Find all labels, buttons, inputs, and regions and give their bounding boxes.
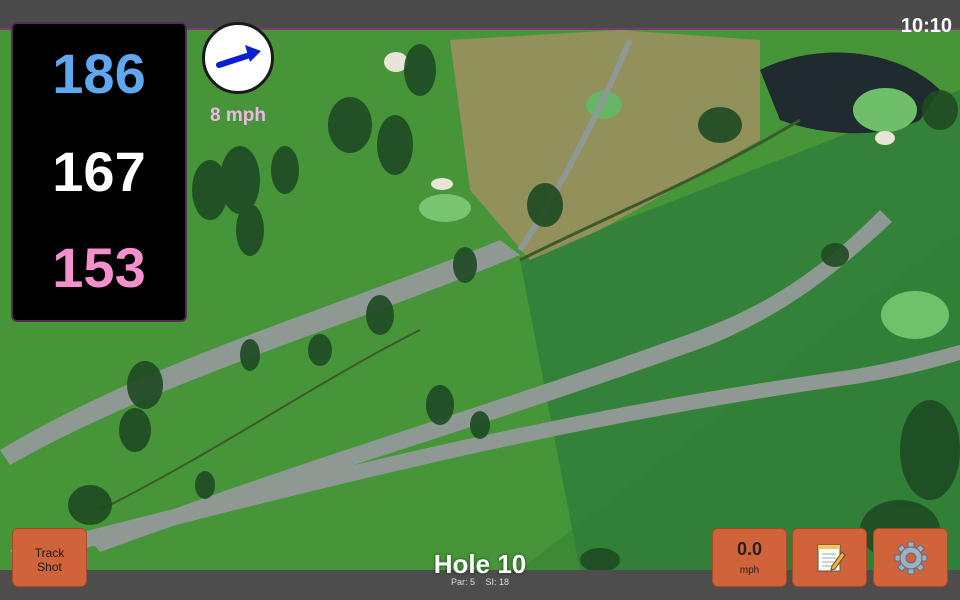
speed-button[interactable]: 0.0 mph bbox=[712, 528, 787, 587]
hole-par: Par: 5 bbox=[450, 577, 475, 587]
back-yardage: 186 bbox=[52, 42, 146, 105]
center-yardage: 167 bbox=[52, 140, 146, 203]
hole-stroke-index: SI: 18 bbox=[485, 577, 510, 587]
notes-button[interactable] bbox=[792, 528, 867, 587]
arrow-up-right-icon bbox=[216, 45, 261, 68]
hole-info: Par: 5 SI: 18 bbox=[380, 577, 580, 588]
clock: 10:10 bbox=[900, 15, 952, 37]
speed-unit: mph bbox=[739, 565, 760, 576]
track-shot-label-line1: Track bbox=[34, 546, 65, 560]
speed-value: 0.0 bbox=[736, 539, 763, 559]
yardage-panel: 186 167 153 bbox=[11, 22, 187, 322]
track-shot-button[interactable]: Track Shot bbox=[12, 528, 87, 587]
front-yardage: 153 bbox=[52, 236, 146, 299]
track-shot-label-line2: Shot bbox=[37, 560, 62, 574]
wind-speed: 8 mph bbox=[210, 105, 266, 126]
hole-title: Hole 10 bbox=[433, 549, 527, 579]
settings-button[interactable] bbox=[873, 528, 948, 587]
notepad-icon bbox=[817, 544, 846, 572]
wind-direction-indicator bbox=[202, 22, 274, 94]
gear-icon bbox=[894, 541, 928, 575]
